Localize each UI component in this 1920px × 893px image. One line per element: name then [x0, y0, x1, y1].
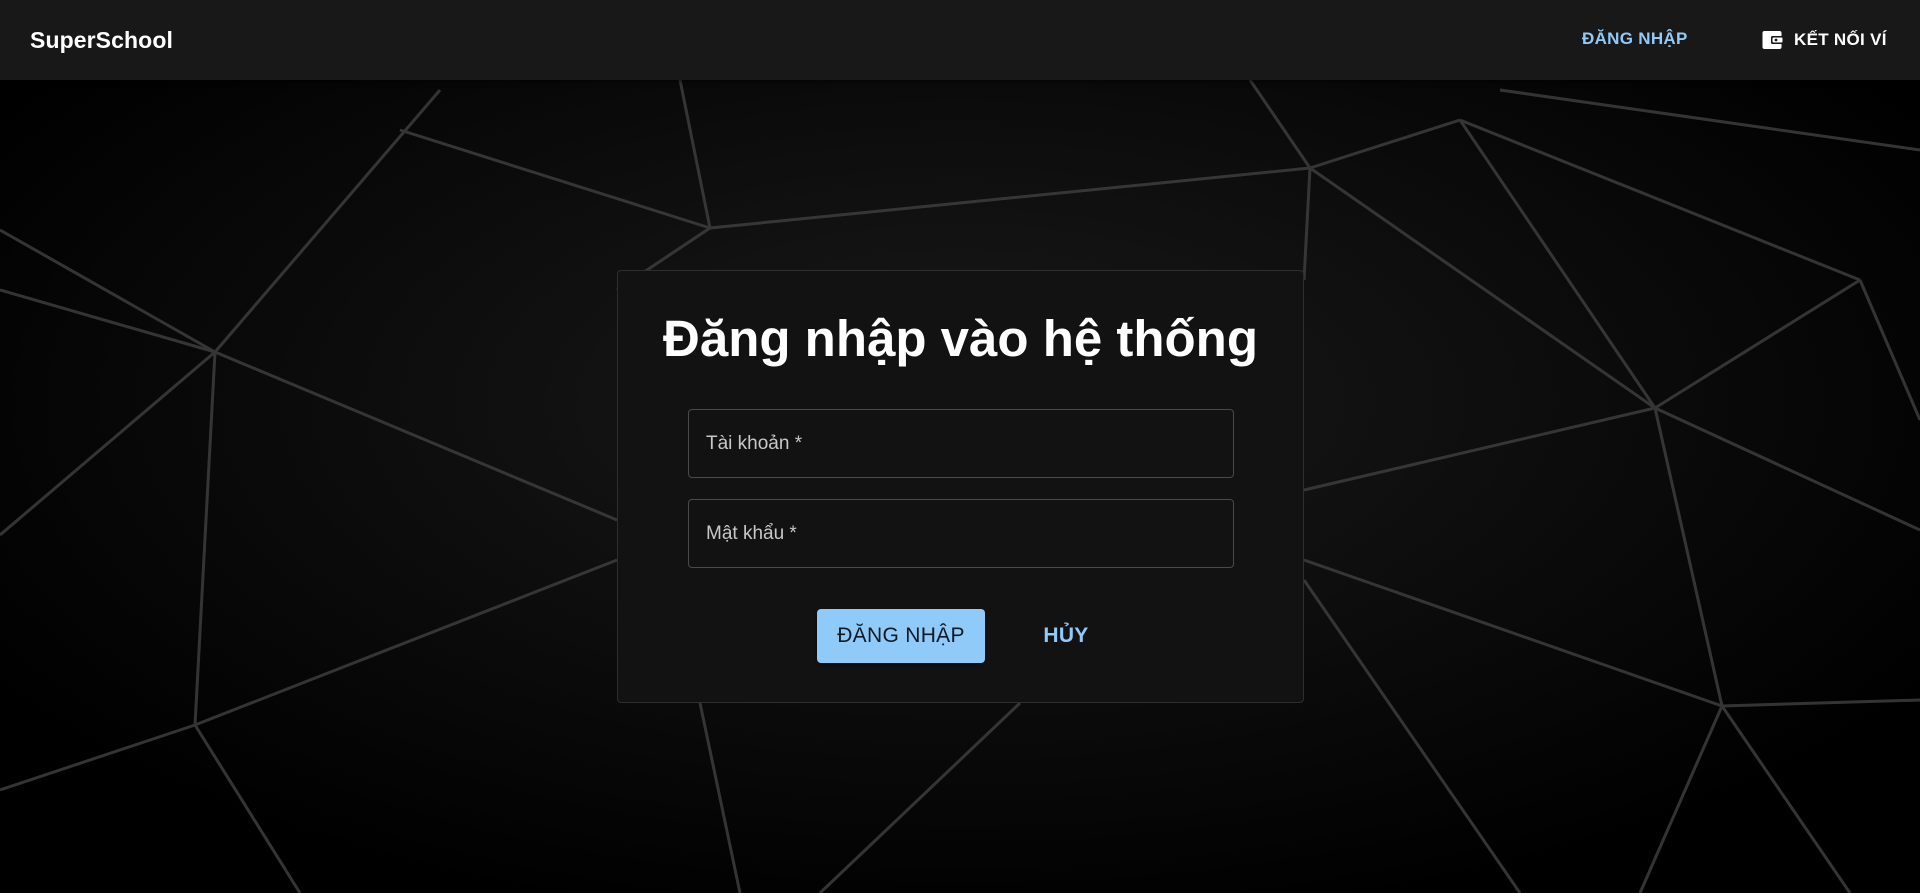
password-input[interactable]: [689, 500, 1233, 567]
top-app-bar: SuperSchool ĐĂNG NHẬP KẾT NỐI VÍ: [0, 0, 1920, 80]
connect-wallet-label: KẾT NỐI VÍ: [1794, 30, 1887, 49]
nav-login-link[interactable]: ĐĂNG NHẬP: [1582, 29, 1688, 49]
username-field[interactable]: Tài khoản *: [688, 409, 1234, 478]
connect-wallet-button[interactable]: KẾT NỐI VÍ: [1762, 27, 1887, 53]
password-field[interactable]: Mật khẩu *: [688, 499, 1234, 568]
cancel-button[interactable]: HỦY: [1025, 609, 1107, 663]
login-submit-button[interactable]: ĐĂNG NHẬP: [817, 609, 985, 663]
login-title: Đăng nhập vào hệ thống: [663, 310, 1258, 367]
username-input[interactable]: [689, 410, 1233, 477]
login-page: SuperSchool ĐĂNG NHẬP KẾT NỐI VÍ Đăng nh…: [0, 0, 1920, 893]
wallet-icon: [1762, 31, 1784, 49]
login-card: Đăng nhập vào hệ thống Tài khoản * Mật k…: [617, 270, 1304, 703]
brand-logo-text[interactable]: SuperSchool: [30, 27, 173, 54]
